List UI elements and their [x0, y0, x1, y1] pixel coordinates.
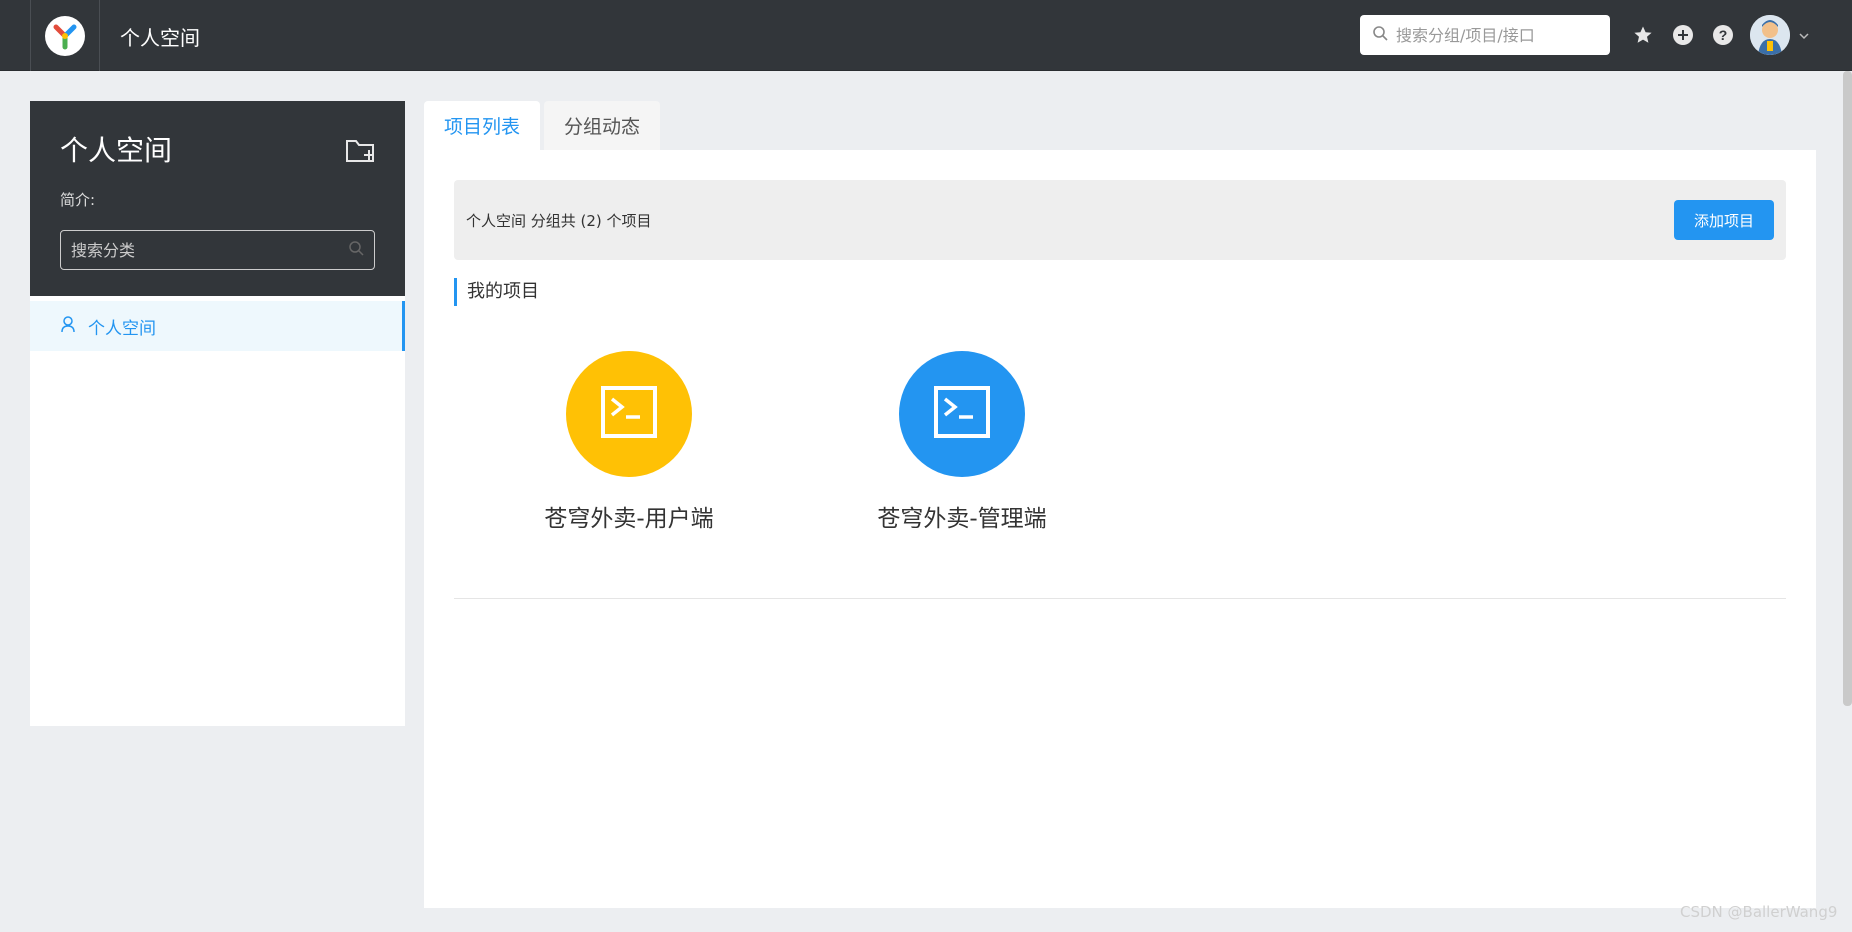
help-icon[interactable]: ?	[1712, 24, 1734, 46]
tab-bar: 项目列表 分组动态	[424, 101, 664, 150]
global-search[interactable]	[1360, 15, 1610, 55]
project-icon-circle[interactable]	[899, 351, 1025, 477]
project-info-bar: 个人空间 分组共 (2) 个项目 添加项目	[454, 180, 1786, 260]
tab-project-list[interactable]: 项目列表	[424, 101, 541, 150]
section-title: 我的项目	[454, 278, 1786, 306]
star-icon[interactable]	[1632, 24, 1654, 46]
user-avatar[interactable]	[1750, 15, 1790, 55]
category-search-input[interactable]	[71, 240, 331, 260]
chevron-down-icon[interactable]	[1798, 26, 1810, 45]
sidebar-item-personal-space[interactable]: 个人空间	[30, 301, 405, 351]
terminal-icon	[933, 385, 991, 443]
top-header: 个人空间 ?	[0, 0, 1852, 71]
terminal-icon	[600, 385, 658, 443]
sidebar-header: 个人空间 简介:	[30, 101, 405, 296]
logo-container[interactable]	[30, 0, 100, 71]
watermark: CSDN @BallerWang9	[1680, 903, 1838, 921]
project-list: 苍穹外卖-用户端 苍穹外卖-管理端	[454, 351, 1786, 533]
sidebar-item-label: 个人空间	[88, 318, 156, 339]
sidebar: 个人空间 简介: 个人空间	[30, 101, 405, 726]
user-icon	[60, 315, 76, 338]
folder-add-icon[interactable]	[345, 137, 377, 169]
main-panel: 个人空间 分组共 (2) 个项目 添加项目 我的项目 苍穹外卖-用户端 苍穹外卖…	[424, 150, 1816, 908]
svg-text:?: ?	[1719, 27, 1728, 43]
search-icon	[1372, 25, 1388, 45]
project-name[interactable]: 苍穹外卖-用户端	[544, 499, 713, 533]
global-search-input[interactable]	[1396, 25, 1596, 45]
project-icon-circle[interactable]	[566, 351, 692, 477]
project-card[interactable]: 苍穹外卖-用户端	[504, 351, 754, 533]
header-title: 个人空间	[120, 26, 200, 50]
group-title: 个人空间	[60, 134, 173, 167]
group-intro-label: 简介:	[60, 191, 96, 209]
plus-circle-icon[interactable]	[1672, 24, 1694, 46]
project-count-text: 个人空间 分组共 (2) 个项目	[466, 211, 652, 230]
tab-group-activity[interactable]: 分组动态	[544, 101, 661, 150]
category-search[interactable]	[60, 230, 375, 270]
project-card[interactable]: 苍穹外卖-管理端	[837, 351, 1087, 533]
add-project-button[interactable]: 添加项目	[1673, 200, 1774, 240]
yapi-logo-icon[interactable]	[45, 15, 85, 56]
divider	[454, 598, 1786, 599]
search-icon	[348, 240, 364, 260]
project-name[interactable]: 苍穹外卖-管理端	[877, 499, 1046, 533]
page-scrollbar[interactable]	[1843, 71, 1852, 706]
